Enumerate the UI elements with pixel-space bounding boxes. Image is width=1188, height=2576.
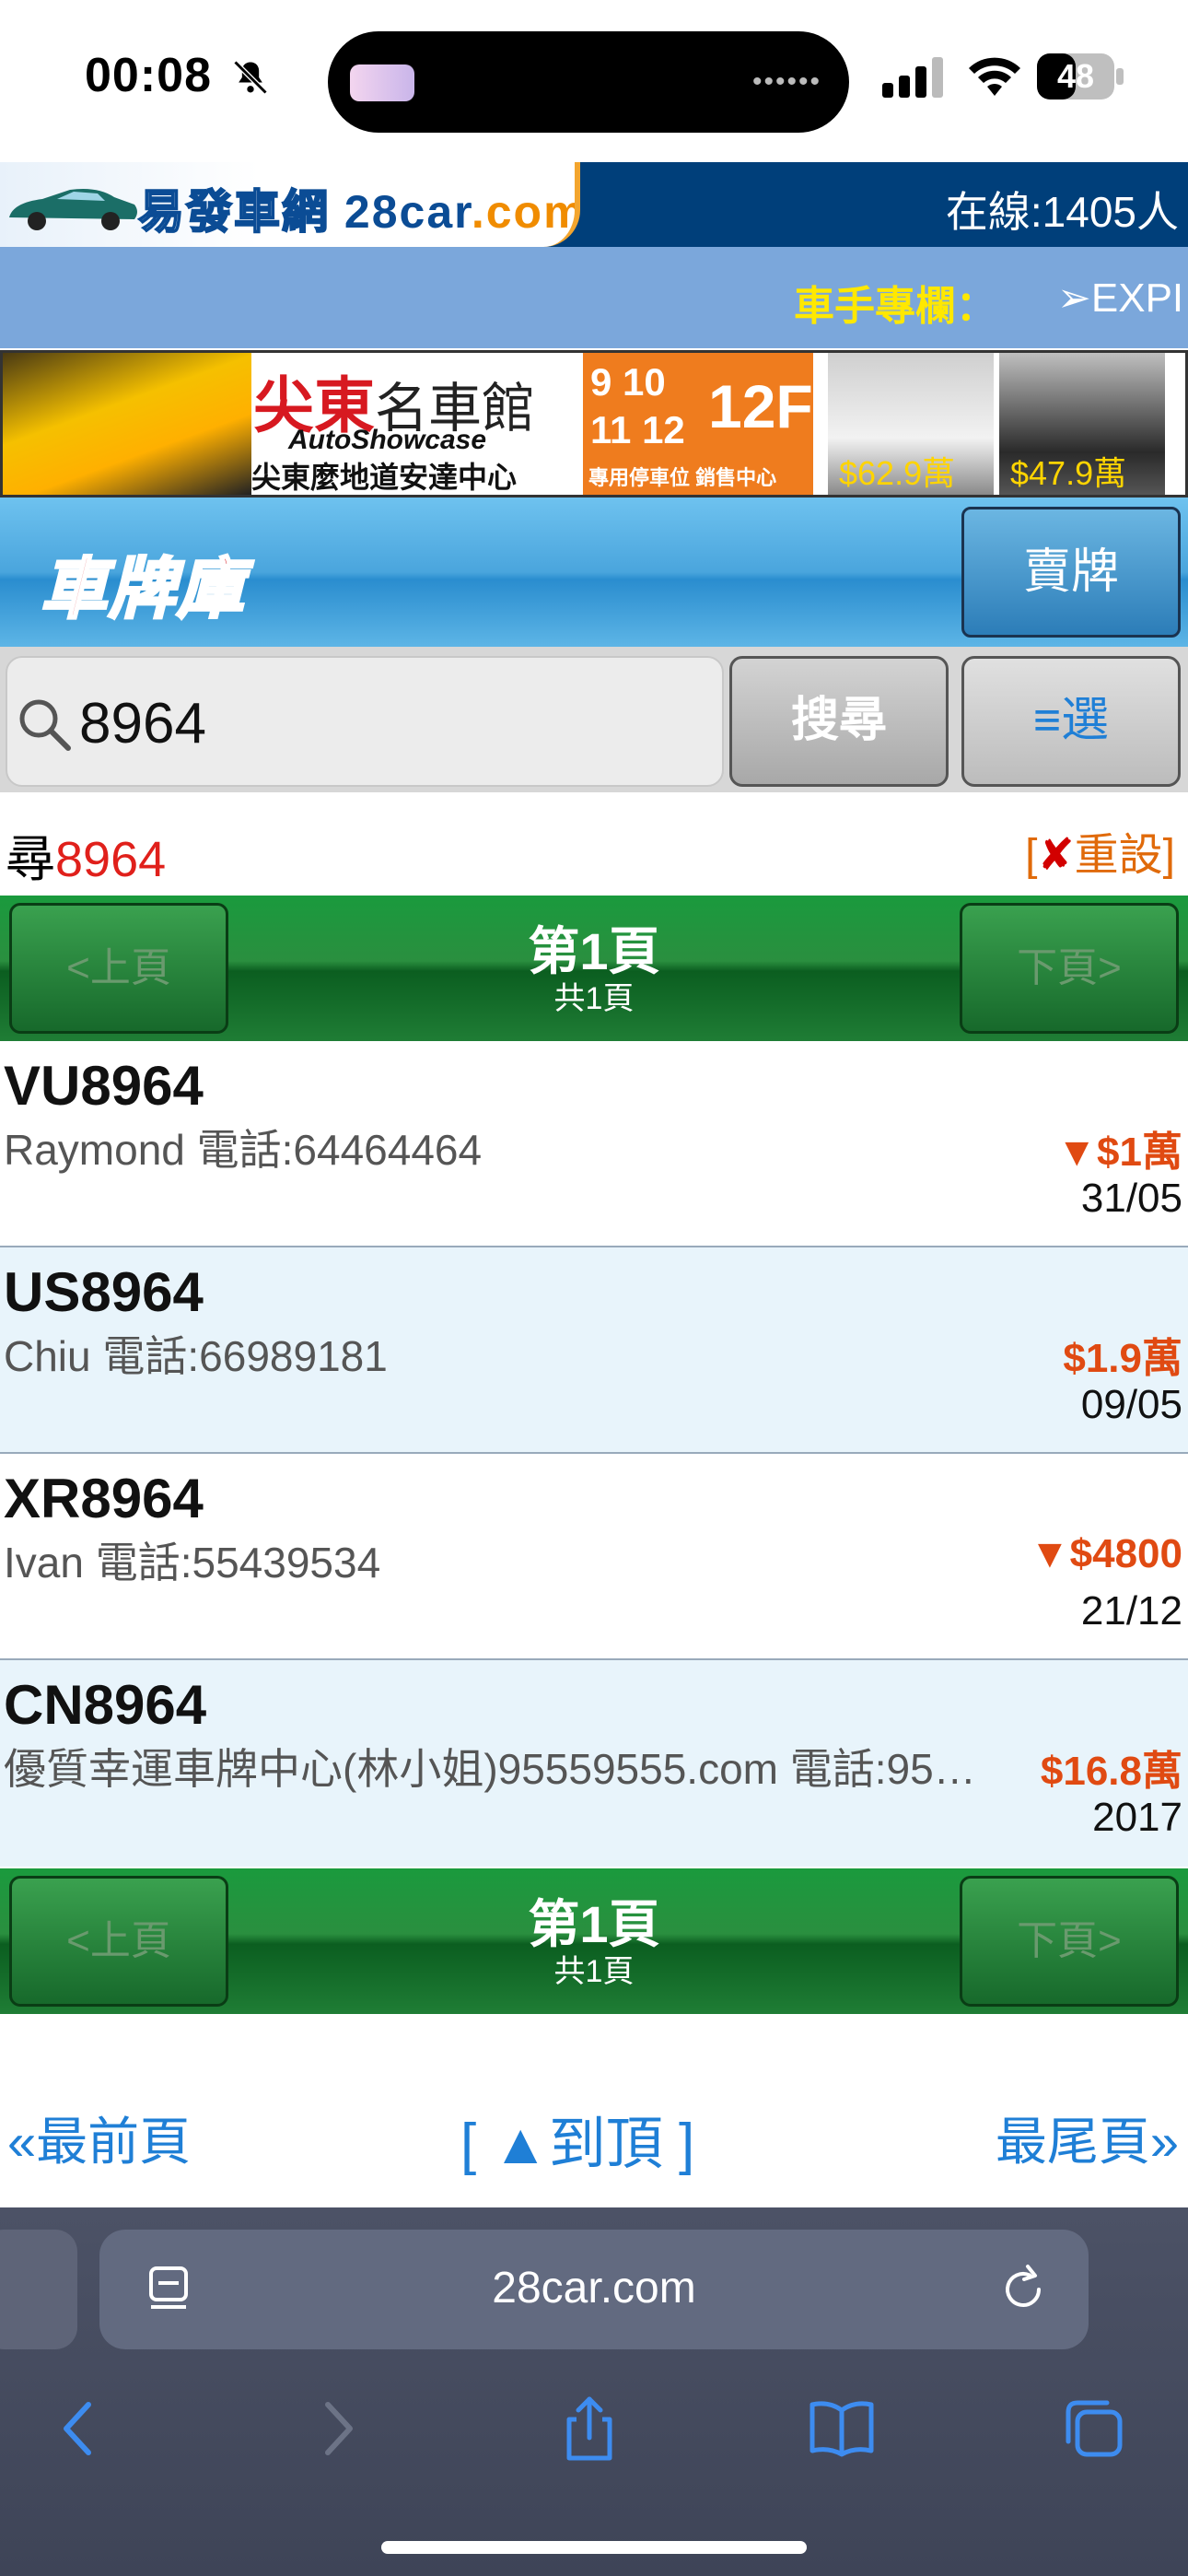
prev-page-button[interactable]: <上頁 — [9, 903, 228, 1034]
search-field[interactable] — [6, 656, 724, 787]
query-summary: 尋8964 [✘重設] — [0, 792, 1188, 896]
banner-subtitle-zh: 尖東麼地道安達中心 — [251, 461, 518, 494]
logo-text-zh: 易發車網 — [137, 185, 330, 239]
plate-price: ▼$4800 — [1030, 1531, 1182, 1576]
search-button[interactable]: 搜尋 — [729, 656, 949, 787]
first-page-link[interactable]: «最前頁 — [7, 2101, 191, 2175]
list-item[interactable]: US8964 Chiu 電話:66989181 $1.9萬 09/05 — [0, 1247, 1188, 1454]
status-bar: 00:08 •••••• 48 — [0, 0, 1188, 162]
pager-top: <上頁 第1頁 共1頁 下頁> — [0, 896, 1188, 1041]
listing-date: 31/05 — [1080, 1176, 1182, 1221]
plate-number[interactable]: VU8964 — [4, 1054, 204, 1118]
plate-price: $1.9萬 — [1063, 1336, 1182, 1381]
banner-price-2: $47.9萬 — [1010, 454, 1127, 492]
site-header: 易發車網 28car.com 在線:1405人 — [0, 162, 1188, 247]
black-van-photo: $47.9萬 — [999, 353, 1165, 495]
query-term: 8964 — [55, 832, 167, 887]
page-total: 共1頁 — [553, 981, 635, 1016]
now-playing-thumbnail — [350, 64, 414, 101]
ticker-text[interactable]: ➢EXPI — [1057, 275, 1183, 322]
previous-tab-peek[interactable] — [0, 2230, 77, 2349]
reload-icon[interactable] — [995, 2261, 1052, 2318]
reset-x-icon: ✘ — [1037, 831, 1075, 880]
online-count: 在線:1405人 — [945, 188, 1179, 236]
plate-number[interactable]: US8964 — [4, 1260, 204, 1324]
banner-dates: 9 10 11 12 — [590, 360, 685, 451]
browser-toolbar: 28car.com — [0, 2207, 1188, 2576]
forward-icon[interactable] — [300, 2392, 374, 2465]
back-icon[interactable] — [42, 2392, 116, 2465]
page-title: 車牌庫 — [39, 552, 246, 628]
cellular-signal-icon — [882, 57, 943, 98]
share-icon[interactable] — [553, 2392, 626, 2465]
site-logo[interactable]: 易發車網 28car.com — [0, 162, 580, 247]
footer-nav: «最前頁 [ ▲到頂 ] 最尾頁» — [0, 2014, 1188, 2207]
dynamic-island: •••••• — [328, 31, 849, 133]
news-ticker[interactable]: 車手專欄： ➢EXPI — [0, 247, 1188, 348]
sports-car-image — [3, 353, 251, 495]
plate-price: ▼$1萬 — [1056, 1130, 1183, 1175]
search-icon — [19, 699, 71, 751]
list-item[interactable]: XR8964 Ivan 電話:55439534 ▼$4800 21/12 — [0, 1454, 1188, 1660]
seller-info: Ivan 電話:55439534 — [4, 1539, 381, 1587]
tabs-icon[interactable] — [1057, 2392, 1131, 2465]
sell-plate-button[interactable]: 賣牌 — [961, 507, 1181, 638]
prev-page-button[interactable]: <上頁 — [9, 1876, 228, 2007]
banner-footer: 專用停車位 銷售中心 — [588, 466, 777, 489]
address-bar[interactable]: 28car.com — [99, 2230, 1089, 2349]
search-bar: 搜尋 ≡選 — [0, 647, 1188, 792]
page-total: 共1頁 — [553, 1954, 635, 1989]
silent-bell-icon — [233, 60, 268, 95]
section-header: 車牌庫 賣牌 — [0, 498, 1188, 647]
plate-number[interactable]: CN8964 — [4, 1673, 206, 1737]
banner-floor: 12F — [708, 372, 813, 440]
plate-price: $16.8萬 — [1040, 1749, 1182, 1794]
query-label: 尋 — [6, 832, 55, 887]
bookmarks-icon[interactable] — [805, 2392, 879, 2465]
car-logo-icon — [9, 189, 137, 230]
banner-ad[interactable]: 尖東名車館 AutoShowcase 尖東麼地道安達中心 9 10 11 12 … — [0, 350, 1188, 498]
listing-date: 09/05 — [1080, 1382, 1182, 1427]
list-item[interactable]: CN8964 優質幸運車牌中心(林小姐)95559555.com 電話:95… … — [0, 1660, 1188, 1867]
activity-dots-icon: •••••• — [751, 66, 821, 97]
ticker-label: 車手專欄： — [794, 284, 996, 329]
banner-subtitle-en: AutoShowcase — [288, 425, 487, 455]
white-van-photo: $62.9萬 — [828, 353, 994, 495]
seller-info: 優質幸運車牌中心(林小姐)95559555.com 電話:95… — [4, 1745, 976, 1793]
list-item[interactable]: VU8964 Raymond 電話:64464464 ▼$1萬 31/05 — [0, 1041, 1188, 1247]
url-text: 28car.com — [492, 2264, 696, 2313]
banner-parking-panel: 9 10 11 12 12F 專用停車位 銷售中心 — [583, 353, 813, 495]
home-indicator[interactable] — [381, 2541, 807, 2554]
next-page-button[interactable]: 下頁> — [960, 1876, 1179, 2007]
pager-bottom: <上頁 第1頁 共1頁 下頁> — [0, 1868, 1188, 2014]
plate-number[interactable]: XR8964 — [4, 1467, 204, 1530]
logo-domain: .com — [471, 186, 580, 238]
listing-date: 21/12 — [1080, 1588, 1182, 1633]
search-input[interactable] — [79, 691, 705, 756]
clock: 00:08 — [85, 49, 212, 102]
seller-info: Raymond 電話:64464464 — [4, 1126, 483, 1174]
reset-link[interactable]: [✘重設] — [1025, 818, 1175, 883]
logo-brand: 28car — [344, 186, 472, 238]
wifi-icon — [969, 57, 1020, 96]
filter-select-button[interactable]: ≡選 — [961, 656, 1181, 787]
last-page-link[interactable]: 最尾頁» — [996, 2101, 1179, 2175]
battery-level: 48 — [1056, 57, 1095, 95]
banner-price-1: $62.9萬 — [839, 454, 956, 492]
back-to-top-link[interactable]: [ ▲到頂 ] — [460, 2097, 694, 2180]
seller-info: Chiu 電話:66989181 — [4, 1332, 388, 1380]
next-page-button[interactable]: 下頁> — [960, 903, 1179, 1034]
listing-date: 2017 — [1092, 1795, 1182, 1840]
